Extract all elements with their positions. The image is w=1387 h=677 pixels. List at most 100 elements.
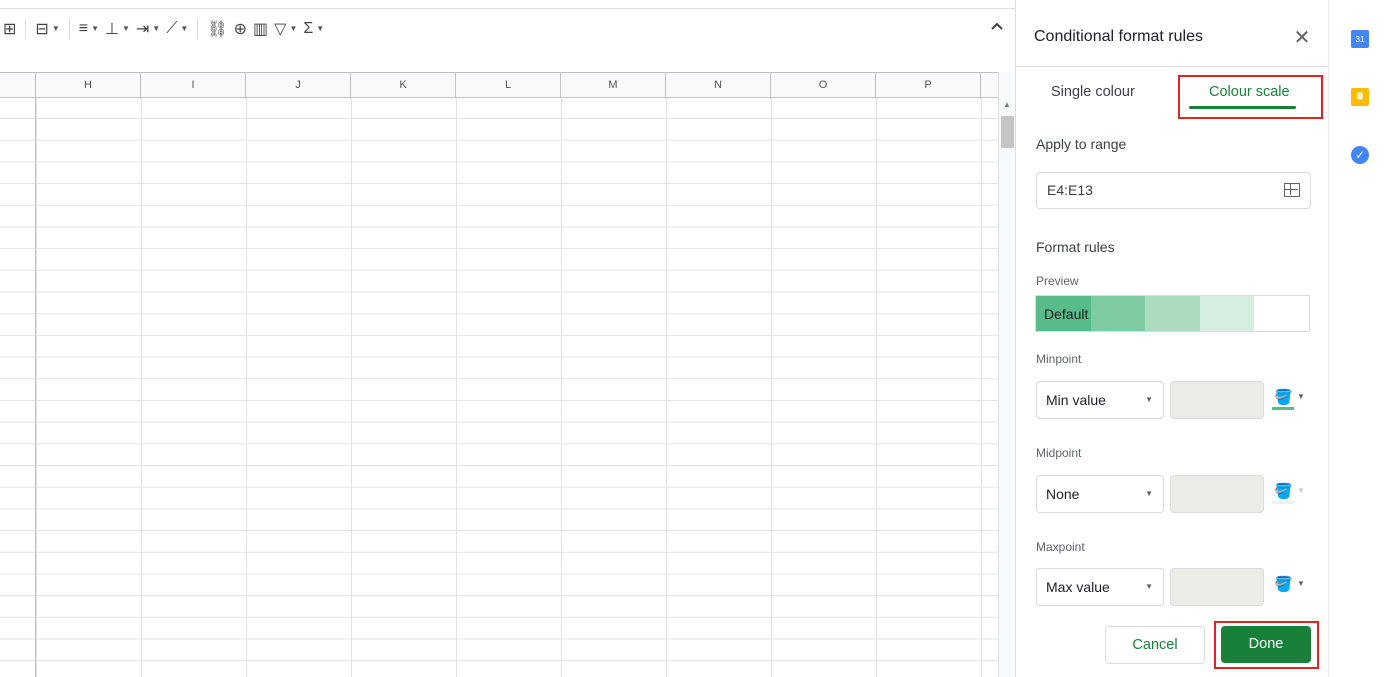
close-icon: ✕	[1293, 27, 1311, 49]
preview-label: Preview	[1036, 274, 1079, 288]
collapse-toolbar-button[interactable]	[988, 18, 1006, 36]
column-header-n[interactable]: N	[666, 73, 771, 98]
column-header-i[interactable]: I	[141, 73, 246, 98]
column-header-h[interactable]: H	[36, 73, 141, 98]
filter-icon: ▽	[274, 20, 287, 38]
borders-icon: ⊞	[3, 20, 17, 38]
maxpoint-label: Maxpoint	[1036, 540, 1085, 554]
chevron-down-icon: ▼	[51, 24, 60, 33]
select-range-icon[interactable]	[1284, 183, 1300, 197]
toolbar-divider	[197, 18, 199, 39]
chevron-down-icon: ▼	[316, 24, 325, 33]
tasks-icon[interactable]: ✓	[1351, 146, 1369, 164]
panel-divider	[1016, 66, 1329, 67]
maxpoint-value-input[interactable]	[1170, 568, 1264, 606]
fill-bucket-icon: 🪣	[1274, 389, 1293, 406]
chevron-down-icon: ▼	[1145, 489, 1153, 498]
borders-button[interactable]: ⊞	[0, 15, 19, 43]
cancel-button[interactable]: Cancel	[1105, 626, 1205, 664]
keep-icon[interactable]	[1351, 88, 1369, 106]
text-wrapping-button[interactable]: ⇥ ▼	[133, 15, 163, 43]
scrollbar-thumb[interactable]	[1001, 116, 1014, 148]
spreadsheet-grid[interactable]: H I J K L M N O P	[0, 72, 998, 677]
range-value: E4:E13	[1047, 182, 1093, 198]
filter-button[interactable]: ▽ ▼	[271, 15, 300, 43]
align-bottom-icon: ⊥	[105, 20, 119, 38]
align-left-icon: ≡	[78, 19, 89, 37]
column-header-m[interactable]: M	[561, 73, 666, 98]
column-header-j[interactable]: J	[246, 73, 351, 98]
fill-bucket-icon: 🪣	[1274, 576, 1293, 593]
wrap-icon: ⇥	[135, 20, 150, 38]
minpoint-value-input[interactable]	[1170, 381, 1264, 419]
minpoint-type-dropdown[interactable]: Min value ▼	[1036, 381, 1164, 419]
row-header-strip	[0, 72, 36, 677]
column-header-l[interactable]: L	[456, 73, 561, 98]
horizontal-align-button[interactable]: ≡ ▼	[76, 15, 102, 43]
add-comment-icon: ⊕	[233, 20, 248, 38]
link-icon: ⛓	[207, 20, 228, 38]
midpoint-color-bar	[1272, 501, 1294, 504]
midpoint-value-input	[1170, 475, 1264, 513]
toolbar: ⊞ ⊟ ▼ ≡ ▼ ⊥ ▼ ⇥ ▼ ⟋ ▼ ⛓ ⊕ ▥ ▽ ▼ Σ ▼	[0, 8, 1015, 48]
maxpoint-color-bar	[1272, 594, 1294, 597]
vertical-align-button[interactable]: ⊥ ▼	[102, 15, 133, 43]
insert-comment-button[interactable]: ⊕	[231, 15, 250, 43]
chevron-down-icon: ▼	[1297, 486, 1305, 495]
midpoint-type-dropdown[interactable]: None ▼	[1036, 475, 1164, 513]
chevron-down-icon: ▼	[121, 24, 130, 33]
side-apps-bar: 31 ✓	[1328, 0, 1387, 677]
cell-grid[interactable]	[0, 98, 998, 677]
fill-bucket-icon: 🪣	[1274, 483, 1293, 500]
preview-segment	[1254, 296, 1309, 331]
chevron-up-icon	[991, 22, 1003, 30]
conditional-format-panel: Conditional format rules ✕ Single colour…	[1015, 0, 1329, 677]
midpoint-fill-color-button: 🪣 ▼	[1272, 482, 1308, 512]
insert-chart-button[interactable]: ▥	[250, 15, 271, 43]
vertical-scrollbar[interactable]: ▲	[998, 72, 1015, 677]
preview-segment	[1145, 296, 1200, 331]
sigma-icon: Σ	[303, 19, 314, 37]
column-header-row: H I J K L M N O P	[0, 72, 998, 98]
maxpoint-type-value: Max value	[1046, 579, 1110, 595]
scroll-up-icon[interactable]: ▲	[1003, 100, 1011, 109]
midpoint-type-value: None	[1046, 486, 1080, 502]
merge-icon: ⊟	[35, 20, 49, 38]
tab-colour-scale[interactable]: Colour scale	[1209, 84, 1290, 100]
rotate-text-icon: ⟋	[166, 19, 178, 37]
format-rules-label: Format rules	[1036, 239, 1115, 255]
column-header-k[interactable]: K	[351, 73, 456, 98]
chevron-down-icon: ▼	[180, 24, 189, 33]
maxpoint-type-dropdown[interactable]: Max value ▼	[1036, 568, 1164, 606]
midpoint-label: Midpoint	[1036, 446, 1082, 460]
active-tab-indicator	[1189, 106, 1296, 109]
chevron-down-icon: ▼	[91, 24, 99, 33]
close-panel-button[interactable]: ✕	[1292, 28, 1312, 48]
chevron-down-icon: ▼	[1297, 392, 1305, 401]
preview-segment	[1090, 296, 1146, 331]
maxpoint-fill-color-button[interactable]: 🪣 ▼	[1272, 575, 1308, 605]
preview-segment	[1199, 296, 1255, 331]
range-input[interactable]: E4:E13	[1036, 172, 1311, 209]
column-header-p[interactable]: P	[876, 73, 981, 98]
apply-to-range-label: Apply to range	[1036, 136, 1127, 152]
toolbar-divider	[68, 18, 70, 39]
insert-link-button[interactable]: ⛓	[204, 15, 230, 43]
chevron-down-icon: ▼	[289, 24, 298, 33]
merge-cells-button[interactable]: ⊟ ▼	[32, 15, 62, 43]
toolbar-divider	[25, 18, 27, 39]
preview-default-text: Default	[1044, 306, 1089, 322]
tab-single-colour[interactable]: Single colour	[1051, 84, 1135, 100]
text-rotation-button[interactable]: ⟋ ▼	[163, 15, 191, 43]
minpoint-fill-color-button[interactable]: 🪣 ▼	[1272, 388, 1308, 418]
functions-button[interactable]: Σ ▼	[300, 15, 327, 43]
done-button[interactable]: Done	[1221, 626, 1311, 663]
panel-title: Conditional format rules	[1034, 28, 1203, 45]
minpoint-type-value: Min value	[1046, 392, 1106, 408]
minpoint-label: Minpoint	[1036, 352, 1082, 366]
column-header-o[interactable]: O	[771, 73, 876, 98]
chart-icon: ▥	[253, 20, 269, 38]
chevron-down-icon: ▼	[1297, 579, 1305, 588]
calendar-icon[interactable]: 31	[1351, 30, 1369, 48]
chevron-down-icon: ▼	[1145, 395, 1153, 404]
